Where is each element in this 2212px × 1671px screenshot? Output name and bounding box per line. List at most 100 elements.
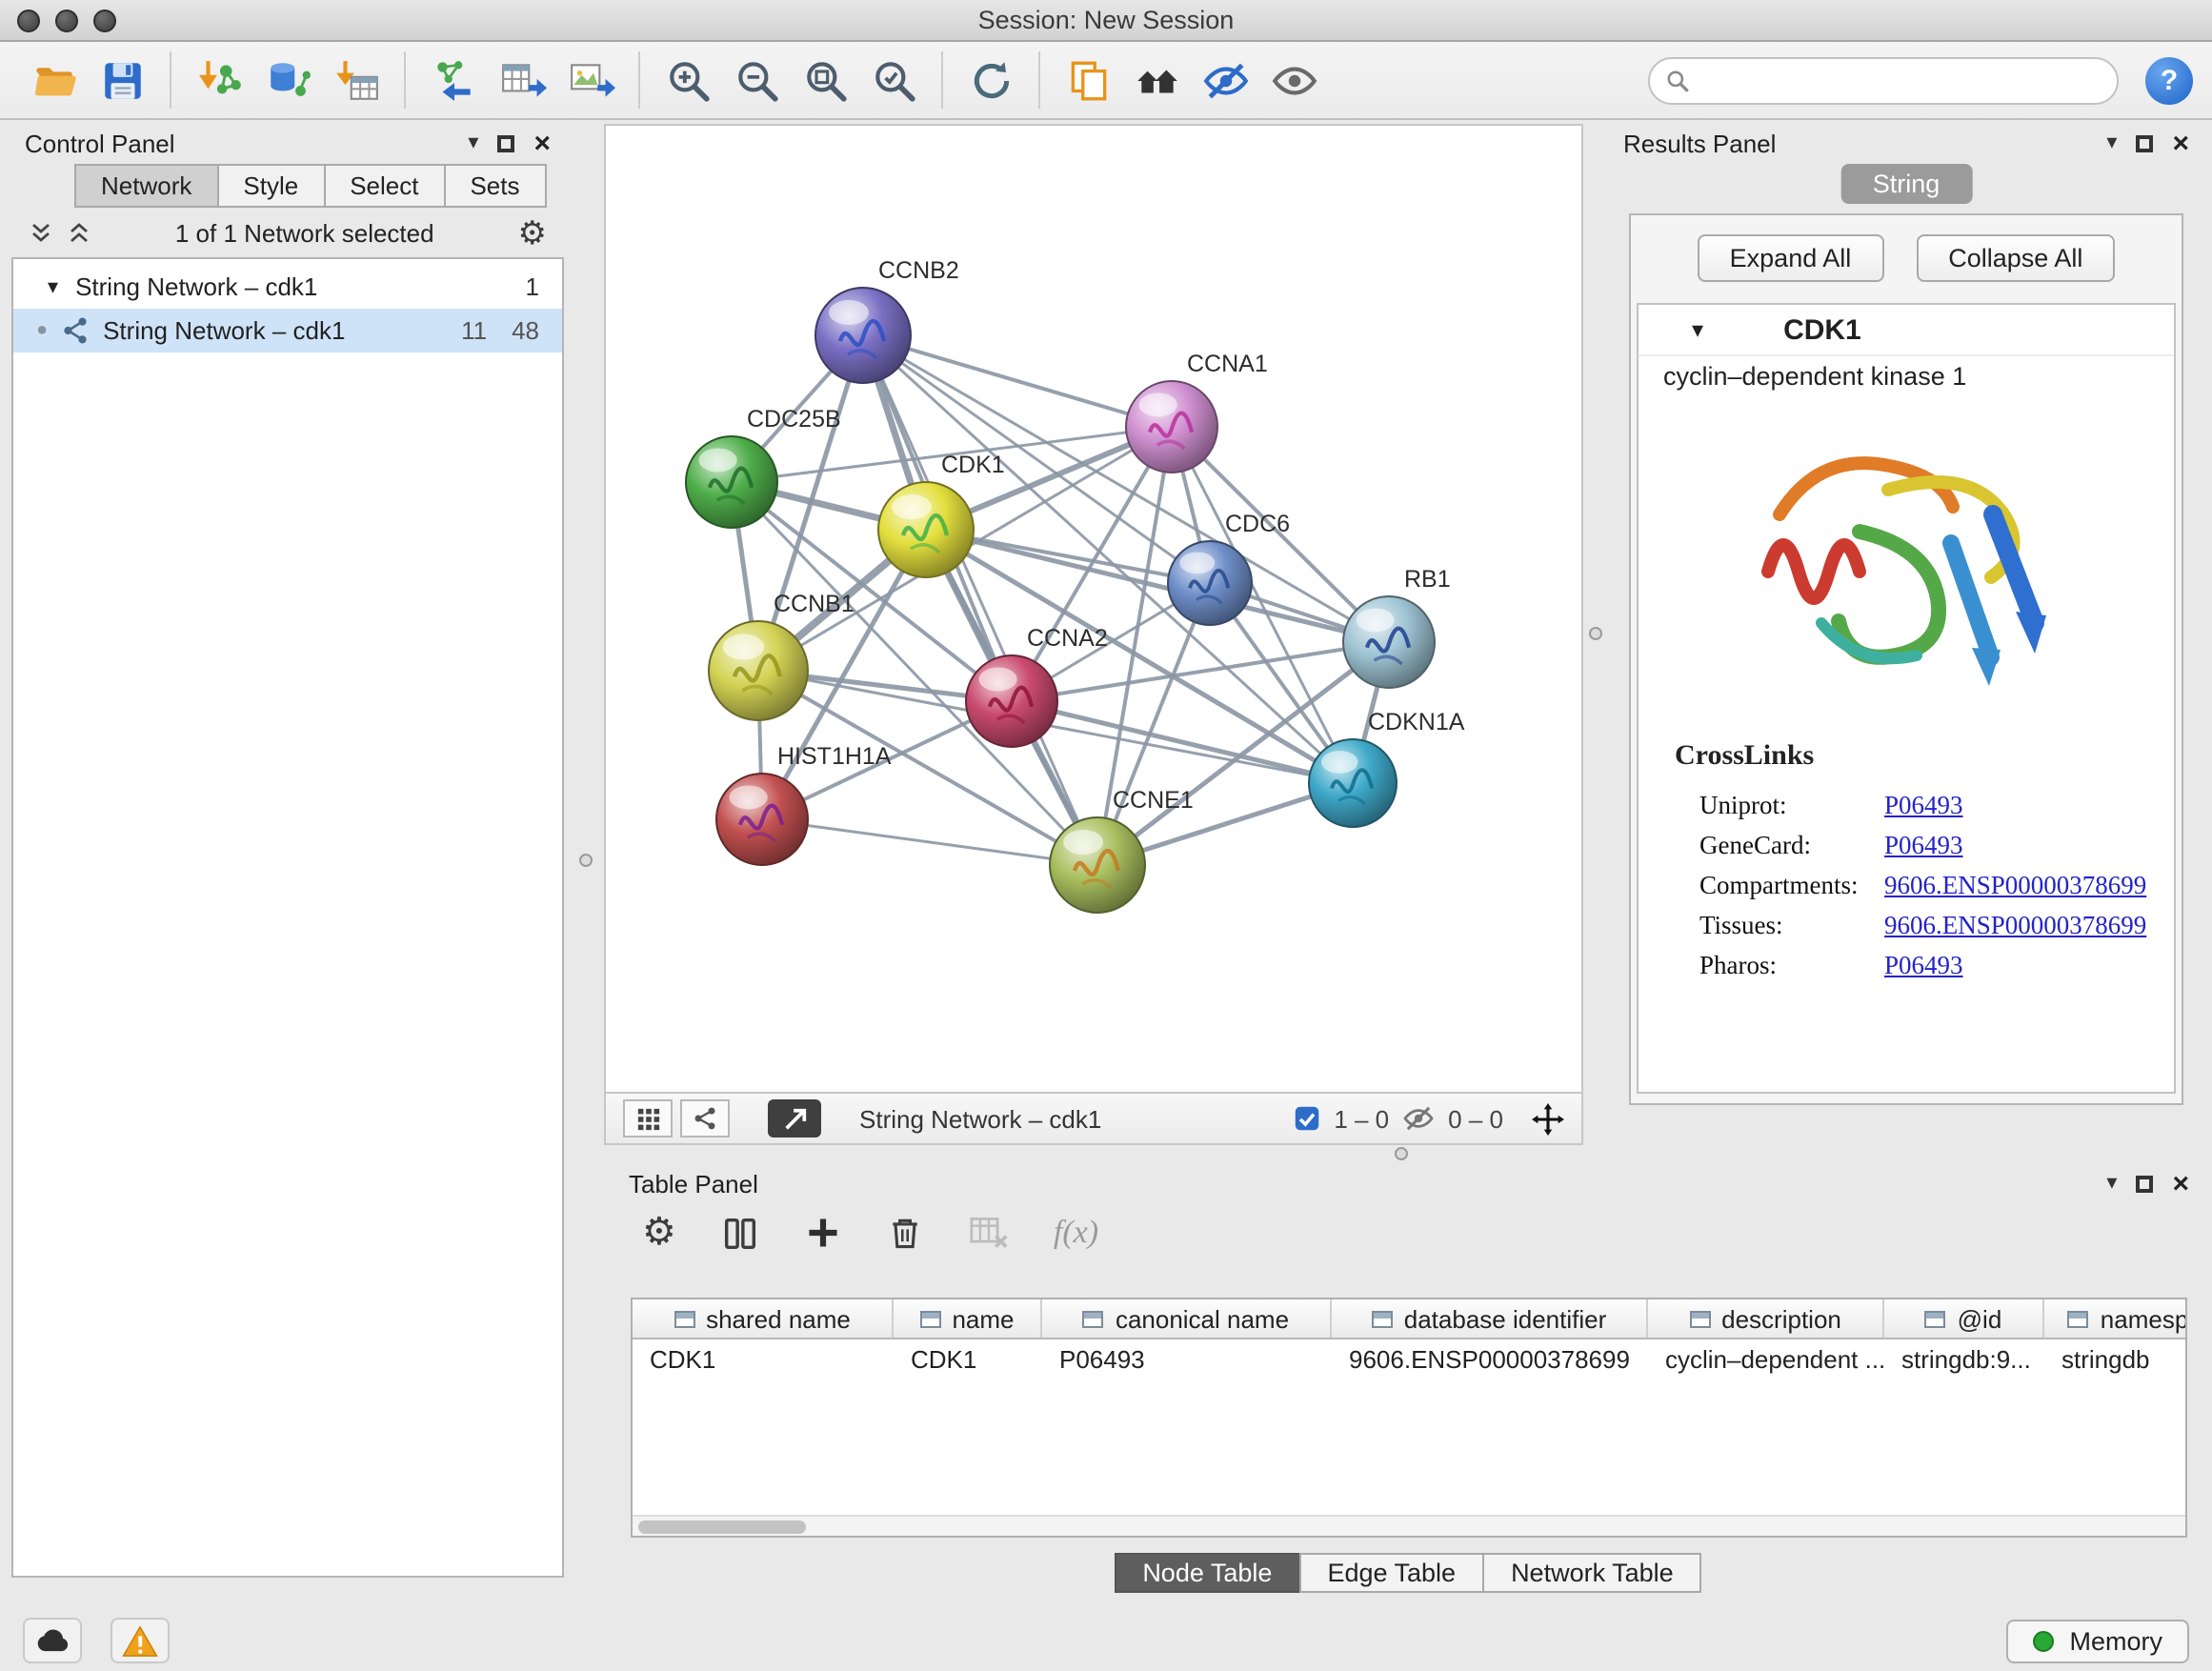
zoom-selected-button[interactable]: [859, 48, 928, 112]
splitter-handle-right[interactable]: [1589, 627, 1602, 640]
panel-menu-icon[interactable]: ▾: [2106, 1173, 2117, 1194]
network-node-ccna1[interactable]: CCNA1: [1126, 351, 1268, 473]
open-session-button[interactable]: [19, 48, 88, 112]
string-results-tab[interactable]: String: [1840, 164, 1973, 204]
network-overview-button[interactable]: [680, 1099, 730, 1137]
network-node-rb1[interactable]: RB1: [1343, 566, 1451, 688]
memory-button[interactable]: Memory: [2006, 1619, 2189, 1662]
column-header-canonical-name[interactable]: canonical name: [1042, 1299, 1332, 1338]
splitter-handle-bottom[interactable]: [1395, 1147, 1408, 1160]
tab-select[interactable]: Select: [323, 164, 445, 208]
splitter-handle-left[interactable]: [579, 854, 593, 867]
import-network-from-file-button[interactable]: [185, 48, 253, 112]
function-builder-button[interactable]: f(x): [1054, 1214, 1098, 1252]
selected-checkbox-icon[interactable]: [1294, 1105, 1320, 1132]
network-collection-row[interactable]: ▾ String Network – cdk1 1: [13, 265, 562, 309]
cloud-status-button[interactable]: [23, 1618, 82, 1663]
table-row[interactable]: CDK1CDK1P064939606.ENSP00000378699cyclin…: [633, 1339, 2185, 1379]
expand-all-icon[interactable]: [67, 221, 91, 246]
panel-close-icon[interactable]: ×: [2172, 1169, 2189, 1198]
table-cell[interactable]: CDK1: [894, 1345, 1042, 1374]
zoom-window-button[interactable]: [93, 10, 116, 32]
close-window-button[interactable]: [17, 10, 40, 32]
column-header-database-identifier[interactable]: database identifier: [1332, 1299, 1648, 1338]
panel-float-icon[interactable]: [2136, 1175, 2153, 1192]
network-node-ccnb1[interactable]: CCNB1: [709, 591, 855, 720]
tab-edge-table[interactable]: Edge Table: [1298, 1553, 1484, 1593]
network-node-cdc25b[interactable]: CDC25B: [686, 406, 841, 528]
column-header--id[interactable]: @id: [1884, 1299, 2044, 1338]
collapse-all-button[interactable]: Collapse All: [1916, 234, 2115, 282]
delete-column-button[interactable]: [886, 1214, 924, 1252]
warnings-button[interactable]: [111, 1618, 170, 1663]
compartments-link[interactable]: 9606.ENSP00000378699: [1884, 870, 2146, 900]
network-node-cdk1[interactable]: CDK1: [878, 452, 1005, 577]
collapse-all-icon[interactable]: [29, 221, 53, 246]
open-in-window-button[interactable]: [768, 1099, 821, 1137]
table-cell[interactable]: P06493: [1042, 1345, 1332, 1374]
column-header-description[interactable]: description: [1648, 1299, 1884, 1338]
help-button[interactable]: ?: [2145, 56, 2193, 104]
apply-preferred-layout-button[interactable]: [956, 48, 1025, 112]
network-row-selected[interactable]: ● String Network – cdk1 11 48: [13, 309, 562, 352]
expand-all-button[interactable]: Expand All: [1698, 234, 1884, 282]
hidden-eye-slash-icon[interactable]: [1402, 1105, 1435, 1132]
table-horizontal-scrollbar[interactable]: [633, 1515, 2185, 1536]
panel-menu-icon[interactable]: ▾: [468, 132, 478, 153]
genecard-link[interactable]: P06493: [1884, 830, 1963, 860]
uniprot-link[interactable]: P06493: [1884, 790, 1963, 820]
birds-eye-view-button[interactable]: [623, 1099, 673, 1137]
table-cell[interactable]: CDK1: [633, 1345, 894, 1374]
delete-table-button[interactable]: [968, 1214, 1010, 1252]
panel-menu-icon[interactable]: ▾: [2106, 132, 2117, 153]
tab-style[interactable]: Style: [216, 164, 325, 208]
protein-card-header[interactable]: ▾ CDK1: [1639, 305, 2174, 356]
export-network-button[interactable]: [419, 48, 488, 112]
network-canvas[interactable]: CCNB2CCNA1CDC25BCDK1CDC6RB1CCNB1CCNA2CDK…: [606, 126, 1581, 1092]
export-table-button[interactable]: [488, 48, 556, 112]
zoom-out-button[interactable]: [722, 48, 791, 112]
table-cell[interactable]: stringdb:9...: [1884, 1345, 2044, 1374]
network-node-cdkn1a[interactable]: CDKN1A: [1309, 709, 1465, 827]
scrollbar-thumb[interactable]: [638, 1520, 806, 1534]
tree-expand-icon[interactable]: ▾: [48, 274, 58, 299]
tab-network[interactable]: Network: [74, 164, 218, 208]
panel-close-icon[interactable]: ×: [2172, 129, 2189, 157]
column-header-name[interactable]: name: [894, 1299, 1042, 1338]
gear-icon[interactable]: ⚙: [518, 217, 548, 250]
panel-close-icon[interactable]: ×: [533, 129, 551, 157]
network-edge-hist1h1a-ccne1[interactable]: [762, 819, 1097, 865]
import-network-from-database-button[interactable]: [253, 48, 322, 112]
table-cell[interactable]: cyclin–dependent ...: [1648, 1345, 1884, 1374]
network-node-hist1h1a[interactable]: HIST1H1A: [716, 743, 892, 865]
first-neighbors-button[interactable]: [1122, 48, 1191, 112]
tab-network-table[interactable]: Network Table: [1482, 1553, 1702, 1593]
column-header-namespace[interactable]: namespace: [2044, 1299, 2187, 1338]
zoom-in-button[interactable]: [654, 48, 722, 112]
pharos-link[interactable]: P06493: [1884, 950, 1963, 980]
add-column-button[interactable]: [804, 1214, 842, 1252]
minimize-window-button[interactable]: [55, 10, 78, 32]
network-node-ccnb2[interactable]: CCNB2: [815, 257, 959, 383]
table-cell[interactable]: 9606.ENSP00000378699: [1332, 1345, 1648, 1374]
pan-crosshair-icon[interactable]: [1532, 1102, 1564, 1135]
tissues-link[interactable]: 9606.ENSP00000378699: [1884, 910, 2146, 940]
panel-float-icon[interactable]: [497, 134, 514, 151]
save-session-button[interactable]: [88, 48, 156, 112]
table-settings-gear-icon[interactable]: ⚙: [642, 1214, 676, 1252]
hide-selected-button[interactable]: [1191, 48, 1259, 112]
table-cell[interactable]: stringdb: [2044, 1345, 2187, 1374]
zoom-fit-button[interactable]: [791, 48, 859, 112]
show-columns-button[interactable]: [720, 1213, 760, 1253]
import-table-button[interactable]: [322, 48, 391, 112]
duplicate-network-button[interactable]: [1054, 48, 1122, 112]
tab-node-table[interactable]: Node Table: [1114, 1553, 1300, 1593]
panel-float-icon[interactable]: [2136, 134, 2153, 151]
show-all-button[interactable]: [1259, 48, 1328, 112]
network-node-cdc6[interactable]: CDC6: [1168, 511, 1290, 625]
column-header-shared-name[interactable]: shared name: [633, 1299, 894, 1338]
network-edge-ccnb2-ccne1[interactable]: [863, 335, 1097, 865]
collapse-card-icon[interactable]: ▾: [1692, 316, 1703, 343]
tab-sets[interactable]: Sets: [443, 164, 546, 208]
export-image-button[interactable]: [556, 48, 625, 112]
